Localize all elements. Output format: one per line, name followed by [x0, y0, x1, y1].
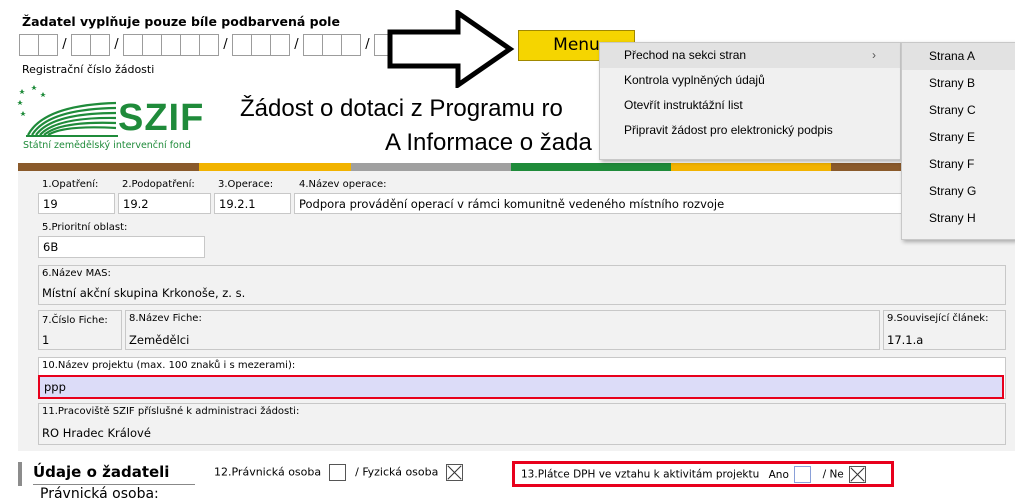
reg-digit-input[interactable] [71, 34, 90, 56]
menu-item-check[interactable]: Kontrola vyplněných údajů [600, 68, 900, 93]
f11-value: RO Hradec Králové [42, 426, 151, 440]
f1-label: 1.Opatření: [42, 179, 99, 190]
f6-label: 6.Název MAS: [42, 268, 111, 279]
reg-digit-input[interactable] [180, 34, 199, 56]
f13-label: 13.Plátce DPH ve vztahu k aktivitám proj… [521, 468, 760, 481]
submenu-item[interactable]: Strany C [902, 97, 1015, 124]
nazev-fiche-field [125, 310, 880, 350]
reg-digit-input[interactable] [199, 34, 218, 56]
reg-digit-input[interactable] [38, 34, 57, 56]
f6-value: Místní akční skupina Krkonoše, z. s. [42, 286, 246, 300]
operace-field: 19.2.1 [214, 193, 291, 214]
f12-sep: / Fyzická osoba [355, 465, 439, 479]
reg-digit-input[interactable] [90, 34, 109, 56]
reg-digit-input[interactable] [19, 34, 38, 56]
f12-label: 12.Právnická osoba [214, 465, 322, 479]
reg-digit-input[interactable] [123, 34, 142, 56]
opatreni-field: 19 [38, 193, 115, 214]
submenu-item[interactable]: Strany F [902, 151, 1015, 178]
page-title: Žádost o dotaci z Programu ro [240, 95, 563, 122]
legal-person-checkbox[interactable] [328, 464, 346, 481]
reg-digit-input[interactable] [251, 34, 270, 56]
f7-label: 7.Číslo Fiche: [42, 315, 108, 326]
vat-payer-group: 13.Plátce DPH ve vztahu k aktivitám proj… [512, 461, 894, 487]
legal-person-group: 12.Právnická osoba / Fyzická osoba [214, 464, 463, 481]
f9-label: 9.Související článek: [887, 313, 989, 324]
f5-label: 5.Prioritní oblast: [42, 222, 128, 233]
f10-label: 10.Název projektu (max. 100 znaků i s me… [42, 360, 296, 371]
submenu-item[interactable]: Strany H [902, 205, 1015, 232]
submenu-item[interactable]: Strana A [902, 43, 1015, 70]
f7-value: 1 [42, 333, 50, 347]
arrow-annotation-icon [387, 10, 515, 88]
reg-digit-input[interactable] [161, 34, 180, 56]
nazev-projektu-input[interactable]: ppp [38, 375, 1004, 399]
reg-digit-input[interactable] [303, 34, 322, 56]
section-underline [33, 484, 195, 485]
szif-logo-icon [17, 85, 118, 137]
reg-digit-input[interactable] [322, 34, 341, 56]
menu-dropdown: Přechod na sekci stran › Kontrola vyplně… [599, 42, 901, 160]
menu-item-esign[interactable]: Připravit žádost pro elektronický podpis [600, 118, 900, 143]
submenu-item[interactable]: Strany E [902, 124, 1015, 151]
submenu-item[interactable]: Strany G [902, 178, 1015, 205]
f8-value: Zemědělci [129, 333, 190, 347]
f4-label: 4.Název operace: [299, 179, 387, 190]
section-marker [18, 462, 22, 486]
menu-item-instructions[interactable]: Otevřít instruktážní list [600, 93, 900, 118]
f13-no-label: / Ne [822, 468, 844, 481]
natural-person-checkbox[interactable] [445, 464, 463, 481]
logo-subtitle: Státní zemědělský intervenční fond [23, 140, 191, 151]
person-type-heading: Právnická osoba: [40, 486, 159, 502]
reg-digit-input[interactable] [232, 34, 251, 56]
f13-yes-label: Ano [768, 468, 789, 481]
vat-no-checkbox[interactable] [849, 466, 867, 483]
prioritni-oblast-field: 6B [38, 236, 205, 258]
reg-digit-input[interactable] [142, 34, 161, 56]
page-subtitle: A Informace o žada [385, 129, 592, 156]
f3-label: 3.Operace: [218, 179, 274, 190]
section-title: Údaje o žadateli [33, 463, 170, 481]
registration-number-fields: / / / / / [19, 34, 432, 56]
reg-digit-input[interactable] [341, 34, 360, 56]
section-submenu: Strana A Strany B Strany C Strany E Stra… [901, 42, 1015, 240]
reg-digit-input[interactable] [270, 34, 289, 56]
f11-label: 11.Pracoviště SZIF příslušné k administr… [42, 406, 300, 417]
form-instruction: Žadatel vyplňuje pouze bíle podbarvená p… [22, 14, 340, 29]
submenu-item[interactable]: Strany B [902, 70, 1015, 97]
f2-label: 2.Podopatření: [122, 179, 195, 190]
color-stripe-bar [18, 163, 1015, 171]
registration-number-label: Registrační číslo žádosti [22, 63, 155, 76]
f8-label: 8.Název Fiche: [129, 313, 202, 324]
vat-yes-checkbox[interactable] [794, 466, 812, 483]
chevron-right-icon: › [872, 48, 876, 62]
podopatreni-field: 19.2 [118, 193, 211, 214]
f9-value: 17.1.a [887, 333, 924, 347]
menu-item-section-nav[interactable]: Přechod na sekci stran › [600, 43, 900, 68]
nazev-operace-field: Podpora provádění operací v rámci komuni… [294, 193, 1006, 214]
logo-text: SZIF [118, 97, 205, 139]
